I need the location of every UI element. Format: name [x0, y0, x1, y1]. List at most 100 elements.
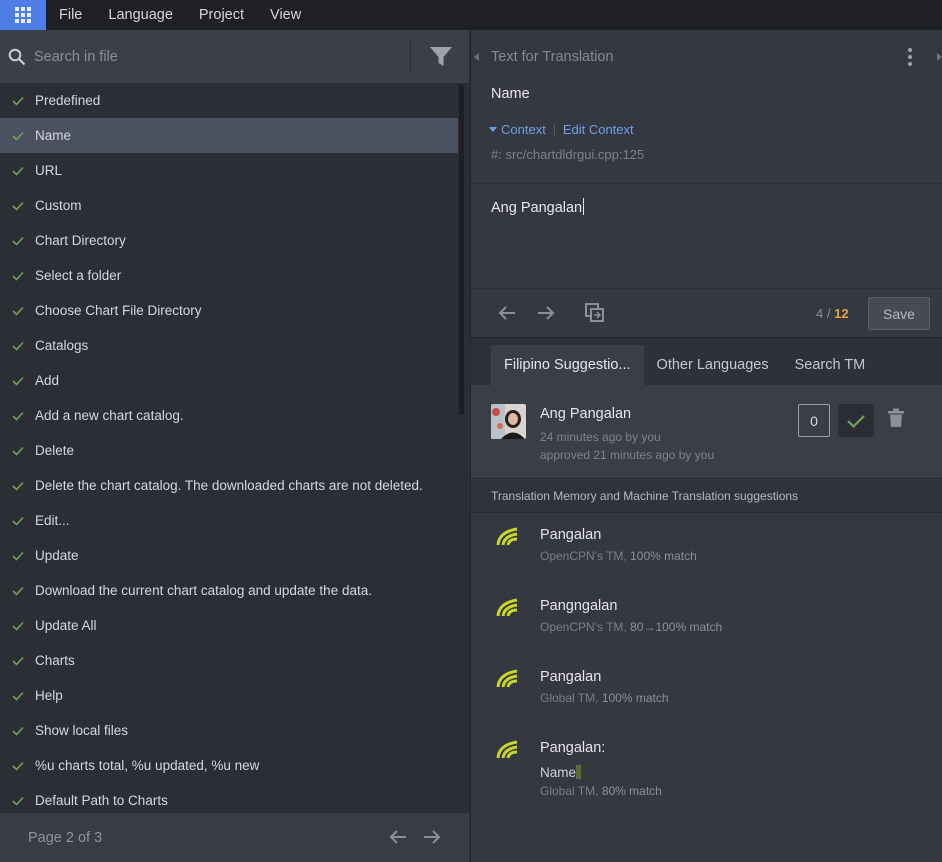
string-list-item[interactable]: Help: [0, 678, 458, 713]
translated-check-icon: [0, 376, 35, 386]
context-toggle[interactable]: Context: [489, 122, 546, 137]
string-list-item[interactable]: Delete: [0, 433, 458, 468]
string-list-item[interactable]: Show local files: [0, 713, 458, 748]
menu-project[interactable]: Project: [186, 0, 257, 30]
string-source-label: Add a new chart catalog.: [35, 408, 184, 423]
translated-check-icon: [0, 306, 35, 316]
string-source-label: Select a folder: [35, 268, 122, 283]
translated-check-icon: [0, 481, 35, 491]
filter-icon[interactable]: [428, 45, 454, 69]
copy-source-icon[interactable]: [584, 302, 606, 327]
translated-check-icon: [0, 761, 35, 771]
string-list-item[interactable]: Charts: [0, 643, 458, 678]
collapse-left-icon[interactable]: [474, 53, 479, 61]
translated-check-icon: [0, 796, 35, 806]
menu-view[interactable]: View: [257, 0, 314, 30]
string-list-item[interactable]: Update: [0, 538, 458, 573]
save-button[interactable]: Save: [868, 297, 930, 330]
next-string-icon[interactable]: [536, 303, 556, 326]
suggestion-tabs: Filipino Suggestio... Other Languages Se…: [471, 337, 942, 385]
suggestion-text: Ang Pangalan: [540, 406, 632, 422]
string-list-item[interactable]: Select a folder: [0, 258, 458, 293]
translated-check-icon: [0, 586, 35, 596]
string-list-item[interactable]: Add a new chart catalog.: [0, 398, 458, 433]
tm-source-icon: [495, 669, 519, 692]
tab-search-tm[interactable]: Search TM: [782, 345, 879, 385]
more-options-icon[interactable]: [908, 48, 912, 66]
editor-toolbar: 4 / 12 Save: [471, 288, 942, 337]
translated-check-icon: [0, 411, 35, 421]
tm-suggestion-meta: OpenCPN's TM, 100% match: [540, 549, 697, 563]
context-bar: Context Edit Context: [489, 122, 634, 137]
translated-check-icon: [0, 621, 35, 631]
match-percentage: 80% match: [601, 784, 662, 798]
delete-icon[interactable]: [887, 408, 905, 431]
string-list-item[interactable]: %u charts total, %u updated, %u new: [0, 748, 458, 783]
tm-suggestion-source-text: Name: [540, 765, 582, 780]
tm-suggestion-meta: Global TM, 80% match: [540, 784, 662, 798]
context-divider: [553, 123, 555, 136]
tm-source-icon: [495, 598, 519, 621]
vote-count[interactable]: 0: [798, 404, 830, 437]
tm-suggestion-text: Pangngalan: [540, 598, 618, 614]
string-counter: 4 / 12: [816, 306, 849, 321]
translation-editor[interactable]: Ang Pangalan: [471, 183, 942, 288]
previous-string-icon[interactable]: [497, 303, 517, 326]
translated-check-icon: [0, 551, 35, 561]
match-percentage: 100% match: [630, 549, 697, 563]
source-header: Text for Translation: [471, 30, 942, 83]
tab-filipino-suggestions[interactable]: Filipino Suggestio...: [491, 345, 644, 385]
translated-check-icon: [0, 516, 35, 526]
collapse-right-icon[interactable]: [937, 53, 942, 61]
tab-other-languages[interactable]: Other Languages: [644, 345, 782, 385]
tm-suggestion-text: Pangalan:: [540, 740, 606, 756]
search-input[interactable]: [34, 48, 394, 65]
string-source-label: Chart Directory: [35, 233, 126, 248]
search-divider: [410, 40, 411, 72]
translated-check-icon: [0, 726, 35, 736]
menu-file[interactable]: File: [46, 0, 95, 30]
string-list: Predefined Name URL Custom Chart Directory Se…: [0, 83, 458, 813]
translated-check-icon: [0, 271, 35, 281]
string-source-label: Show local files: [35, 723, 129, 738]
apps-button[interactable]: [0, 0, 46, 30]
string-source-label: Charts: [35, 653, 75, 668]
string-list-item[interactable]: Default Path to Charts: [0, 783, 458, 813]
suggestion-item: Ang Pangalan 24 minutes ago by you appro…: [471, 385, 942, 479]
string-source-label: Choose Chart File Directory: [35, 303, 202, 318]
translated-check-icon: [0, 691, 35, 701]
string-list-item[interactable]: URL: [0, 153, 458, 188]
string-list-item[interactable]: Choose Chart File Directory: [0, 293, 458, 328]
string-list-item[interactable]: Predefined: [0, 83, 458, 118]
approve-button[interactable]: [838, 404, 874, 437]
tm-suggestion-meta: OpenCPN's TM, 80→100% match: [540, 620, 723, 634]
string-list-item[interactable]: Catalogs: [0, 328, 458, 363]
string-list-item[interactable]: Chart Directory: [0, 223, 458, 258]
text-caret: [583, 198, 585, 215]
string-list-item[interactable]: Add: [0, 363, 458, 398]
tm-source-icon: [495, 740, 519, 763]
string-source-label: Name: [35, 128, 72, 143]
avatar: [491, 404, 526, 439]
string-source-label: Delete: [35, 443, 75, 458]
menu-language[interactable]: Language: [95, 0, 186, 30]
context-label: Context: [501, 122, 546, 137]
next-page-icon[interactable]: [422, 827, 444, 847]
translation-text[interactable]: Ang Pangalan: [491, 198, 585, 216]
string-list-item[interactable]: Update All: [0, 608, 458, 643]
translated-check-icon: [0, 341, 35, 351]
tm-section-header: Translation Memory and Machine Translati…: [471, 480, 942, 513]
translated-check-icon: [0, 446, 35, 456]
string-list-item[interactable]: Download the current chart catalog and u…: [0, 573, 458, 608]
string-source-label: %u charts total, %u updated, %u new: [35, 758, 260, 773]
string-list-item[interactable]: Custom: [0, 188, 458, 223]
string-list-item[interactable]: Name: [0, 118, 458, 153]
string-source-label: Update All: [35, 618, 97, 633]
string-list-item[interactable]: Delete the chart catalog. The downloaded…: [0, 468, 458, 503]
string-source-label: Add: [35, 373, 60, 388]
list-scrollbar[interactable]: [459, 85, 464, 415]
string-list-item[interactable]: Edit...: [0, 503, 458, 538]
prev-page-icon[interactable]: [388, 827, 410, 847]
edit-context-link[interactable]: Edit Context: [563, 122, 634, 137]
string-source-label: URL: [35, 163, 63, 178]
